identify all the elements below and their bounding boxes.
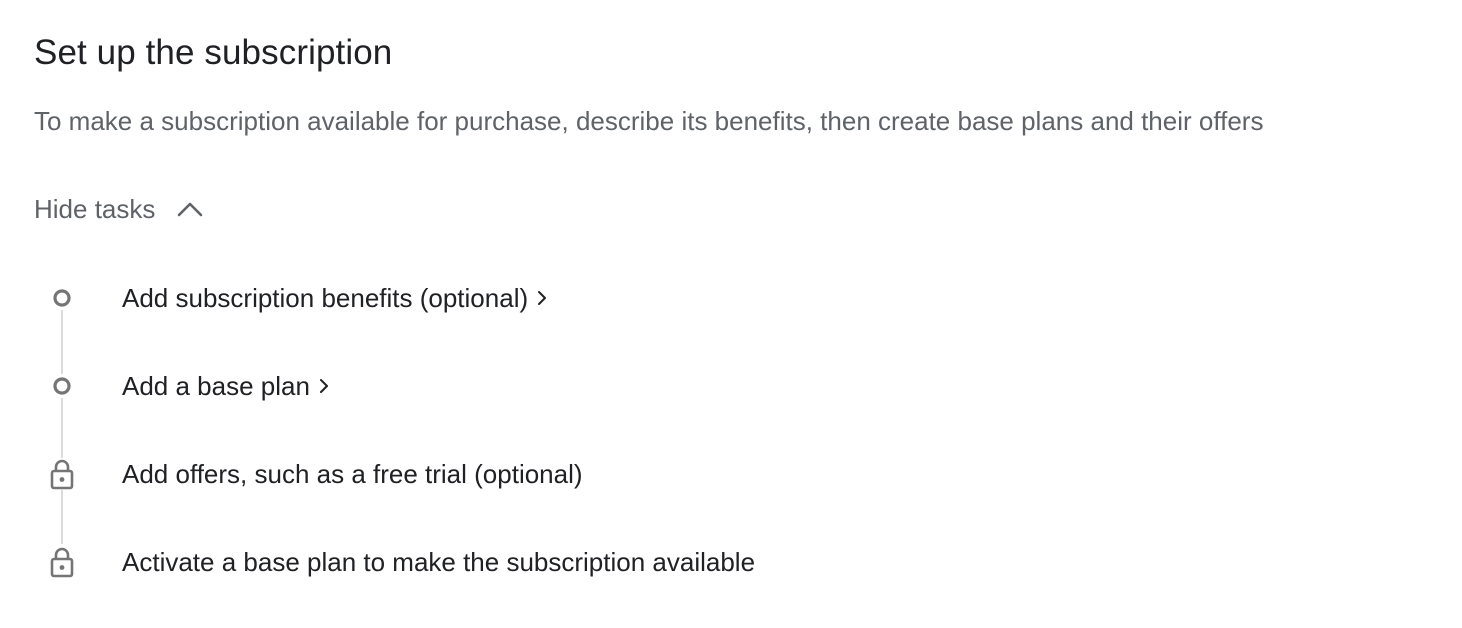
task-add-base-plan[interactable]: Add a base plan bbox=[34, 366, 330, 406]
page-title: Set up the subscription bbox=[34, 33, 393, 72]
timeline-connector bbox=[61, 398, 63, 458]
task-label: Activate a base plan to make the subscri… bbox=[122, 547, 756, 577]
lock-icon bbox=[50, 547, 74, 578]
task-status-marker bbox=[34, 366, 90, 406]
page-description: To make a subscription available for pur… bbox=[34, 106, 1264, 136]
circle-outline-icon bbox=[53, 377, 71, 395]
lock-icon bbox=[50, 459, 74, 490]
task-status-marker bbox=[34, 278, 90, 318]
hide-tasks-label: Hide tasks bbox=[34, 194, 156, 224]
circle-outline-icon bbox=[53, 289, 71, 307]
task-add-offers: Add offers, such as a free trial (option… bbox=[34, 454, 583, 494]
chevron-up-icon bbox=[178, 202, 203, 217]
task-label: Add a base plan bbox=[122, 371, 310, 401]
task-label: Add subscription benefits (optional) bbox=[122, 283, 529, 313]
timeline-connector bbox=[61, 490, 63, 544]
task-status-marker bbox=[34, 454, 90, 494]
task-label: Add offers, such as a free trial (option… bbox=[122, 459, 583, 489]
task-activate-base-plan: Activate a base plan to make the subscri… bbox=[34, 542, 755, 582]
hide-tasks-toggle[interactable]: Hide tasks bbox=[34, 192, 203, 226]
timeline-connector bbox=[61, 310, 63, 374]
chevron-right-icon bbox=[319, 379, 328, 393]
task-add-subscription-benefits[interactable]: Add subscription benefits (optional) bbox=[34, 278, 548, 318]
chevron-right-icon bbox=[538, 291, 547, 305]
task-status-marker bbox=[34, 542, 90, 582]
